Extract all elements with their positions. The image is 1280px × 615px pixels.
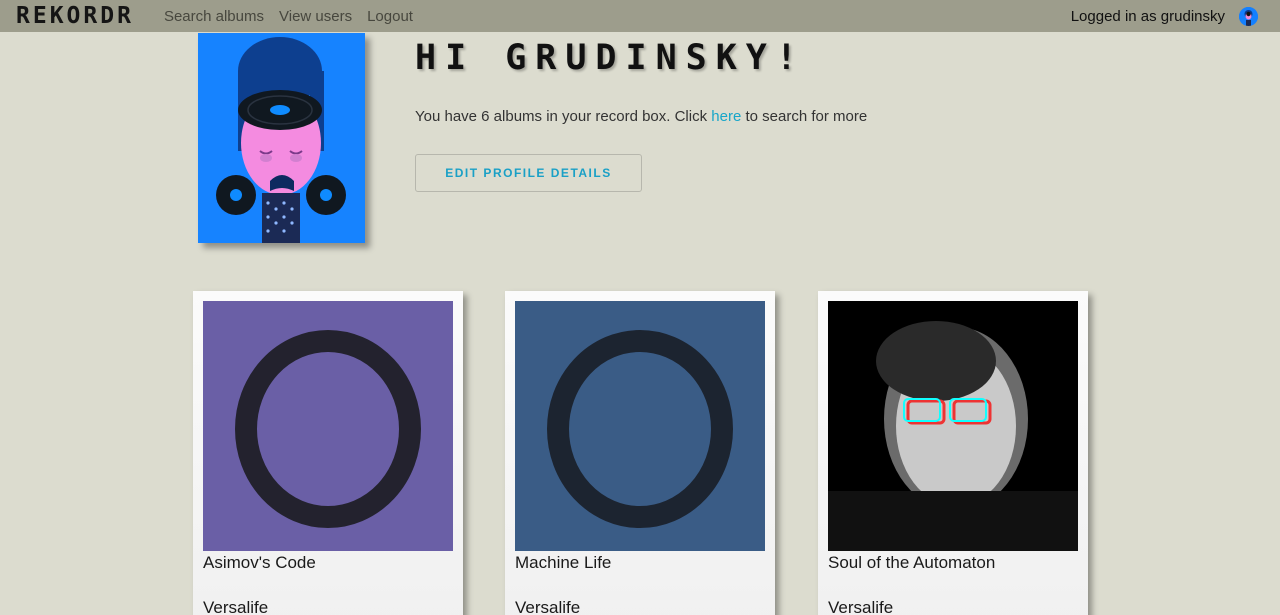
brand-logo[interactable]: REKORDR xyxy=(16,3,134,29)
album-title: Soul of the Automaton xyxy=(828,553,996,572)
search-more-link[interactable]: here xyxy=(711,108,741,125)
album-cover xyxy=(203,301,453,551)
logged-in-status: Logged in as grudinsky xyxy=(1070,7,1225,25)
album-artist: Versalife xyxy=(203,598,269,615)
nav-logout-link[interactable]: Logout xyxy=(367,8,413,25)
navbar: REKORDR Search albums View users Logout … xyxy=(0,0,1280,32)
page-title: HI GRUDINSKY! xyxy=(415,38,806,78)
album-artist: Versalife xyxy=(828,598,894,615)
nav-user-area: Logged in as grudinsky xyxy=(1071,0,1258,32)
nav-search-albums-link[interactable]: Search albums xyxy=(164,8,264,25)
profile-avatar xyxy=(198,33,365,243)
album-card[interactable]: Soul of the Automaton Versalife xyxy=(818,291,1088,615)
edit-profile-button[interactable]: EDIT PROFILE DETAILS xyxy=(415,154,642,192)
album-count-prefix: You have 6 albums in your record box. Cl… xyxy=(415,108,712,125)
album-cover xyxy=(515,301,765,551)
album-cover xyxy=(828,301,1078,551)
album-card[interactable]: Asimov's Code Versalife xyxy=(193,291,463,615)
nav-view-users-link[interactable]: View users xyxy=(279,8,352,25)
album-title: Machine Life xyxy=(515,553,612,572)
album-card[interactable]: Machine Life Versalife xyxy=(505,291,775,615)
album-artist: Versalife xyxy=(515,598,581,615)
nav-links: Search albums View users Logout xyxy=(164,8,428,25)
album-count-suffix: to search for more xyxy=(741,108,868,125)
album-title: Asimov's Code xyxy=(203,553,316,572)
album-count-text: You have 6 albums in your record box. Cl… xyxy=(415,108,867,125)
user-avatar-icon[interactable] xyxy=(1239,6,1258,26)
